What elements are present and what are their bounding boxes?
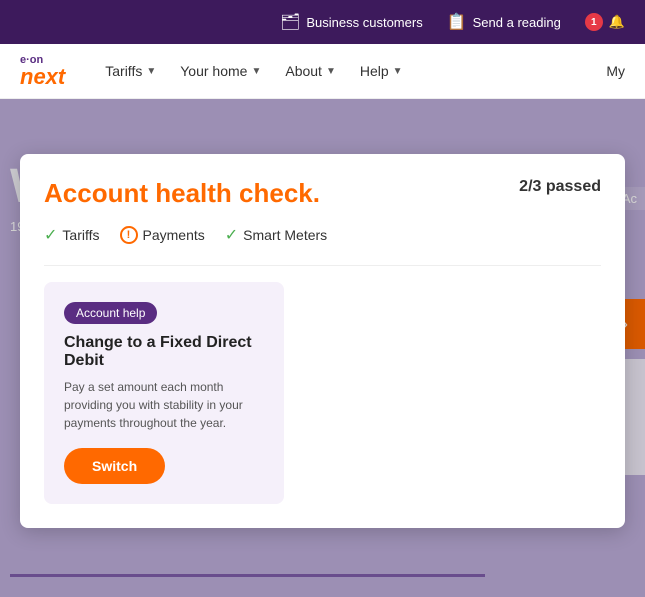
help-card: Account help Change to a Fixed Direct De… — [44, 282, 284, 504]
business-customers-link[interactable]: 🗂 Business customers — [280, 12, 423, 32]
check-tariffs-label: Tariffs — [62, 227, 99, 243]
checks-row: ✓ Tariffs ! Payments ✓ Smart Meters — [44, 225, 601, 245]
check-tariffs: ✓ Tariffs — [44, 225, 100, 245]
notifications-link[interactable]: 1 🔔 — [585, 13, 625, 31]
check-ok-icon: ✓ — [44, 225, 57, 245]
help-badge: Account help — [64, 302, 157, 324]
meter-icon: 📋 — [447, 12, 467, 32]
nav-tariffs[interactable]: Tariffs ▼ — [105, 63, 156, 79]
check-payments: ! Payments — [120, 226, 205, 244]
health-check-modal: Account health check. 2/3 passed ✓ Tarif… — [20, 154, 625, 528]
notification-icon: 🔔 — [609, 14, 625, 30]
check-smart-meters: ✓ Smart Meters — [225, 225, 327, 245]
chevron-down-icon: ▼ — [393, 66, 403, 77]
nav-help[interactable]: Help ▼ — [360, 63, 403, 79]
nav-my[interactable]: My — [606, 63, 625, 79]
nav-your-home-label: Your home — [180, 63, 247, 79]
check-payments-label: Payments — [143, 227, 205, 243]
switch-button[interactable]: Switch — [64, 448, 165, 484]
top-bar: 🗂 Business customers 📋 Send a reading 1 … — [0, 0, 645, 44]
chevron-down-icon: ▼ — [326, 66, 336, 77]
help-description: Pay a set amount each month providing yo… — [64, 378, 264, 432]
chevron-down-icon: ▼ — [251, 66, 261, 77]
logo: e·on next — [20, 55, 65, 88]
modal-title: Account health check. — [44, 178, 320, 209]
notification-badge: 1 — [585, 13, 603, 31]
nav-bar: e·on next Tariffs ▼ Your home ▼ About ▼ … — [0, 44, 645, 99]
nav-help-label: Help — [360, 63, 389, 79]
nav-tariffs-label: Tariffs — [105, 63, 142, 79]
page-background: We 192 G Ac t paym paymement iss afteris… — [0, 99, 645, 597]
nav-about[interactable]: About ▼ — [285, 63, 336, 79]
business-customers-label: Business customers — [306, 15, 422, 30]
divider — [44, 265, 601, 266]
nav-my-label: My — [606, 63, 625, 79]
modal-header: Account health check. 2/3 passed — [44, 178, 601, 209]
check-ok-icon-2: ✓ — [225, 225, 238, 245]
nav-about-label: About — [285, 63, 322, 79]
send-reading-label: Send a reading — [473, 15, 561, 30]
business-icon: 🗂 — [280, 12, 300, 32]
check-warn-icon: ! — [120, 226, 138, 244]
check-smart-meters-label: Smart Meters — [243, 227, 327, 243]
send-reading-link[interactable]: 📋 Send a reading — [447, 12, 561, 32]
chevron-down-icon: ▼ — [146, 66, 156, 77]
help-title: Change to a Fixed Direct Debit — [64, 334, 264, 370]
logo-next: next — [20, 66, 65, 88]
modal-score: 2/3 passed — [519, 178, 601, 196]
nav-your-home[interactable]: Your home ▼ — [180, 63, 261, 79]
